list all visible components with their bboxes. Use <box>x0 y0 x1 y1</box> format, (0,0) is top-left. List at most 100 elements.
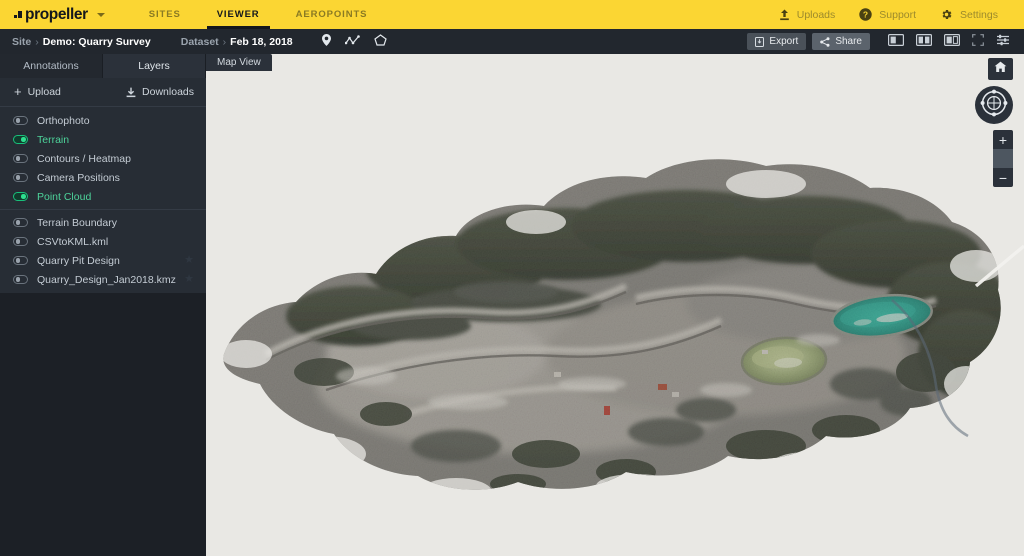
visibility-toggle-camera-positions[interactable] <box>13 173 28 182</box>
main-nav-tabs: SITES VIEWER AEROPOINTS <box>131 0 386 29</box>
breadcrumb-dataset-value: Feb 18, 2018 <box>230 36 292 48</box>
downloads-button[interactable]: Downloads <box>126 86 194 98</box>
share-button[interactable]: Share <box>812 33 870 50</box>
breadcrumb-dataset[interactable]: Dataset ›Feb 18, 2018 <box>181 36 293 48</box>
share-label: Share <box>835 36 862 47</box>
top-nav-right-actions: Uploads ? Support Settings <box>767 8 1010 21</box>
support-button[interactable]: ? Support <box>847 8 928 21</box>
breadcrumb-site-label: Site <box>12 36 31 48</box>
nav-tab-viewer[interactable]: VIEWER <box>199 0 278 29</box>
visibility-toggle-contours-heatmap[interactable] <box>13 154 28 163</box>
upload-label: Upload <box>28 86 61 98</box>
home-view-button[interactable] <box>988 58 1013 80</box>
nav-tab-aeropoints[interactable]: AEROPOINTS <box>278 0 386 29</box>
layer-item-camera-positions[interactable]: Camera Positions <box>0 168 206 187</box>
single-pane-view-button[interactable] <box>882 33 910 51</box>
layer-item-csvtokml[interactable]: CSVtoKML.kml <box>0 232 206 251</box>
svg-text:?: ? <box>863 10 868 20</box>
layer-item-terrain-boundary[interactable]: Terrain Boundary <box>0 213 206 232</box>
uploads-button[interactable]: Uploads <box>767 9 848 21</box>
polygon-icon <box>374 33 387 51</box>
sliders-icon <box>996 33 1010 51</box>
help-circle-icon: ? <box>859 8 872 21</box>
map-view-tab[interactable]: Map View <box>206 54 272 71</box>
line-annotation-tool[interactable] <box>338 33 367 51</box>
brand-logo[interactable]: propeller <box>14 6 105 24</box>
compass-icon <box>979 88 1009 123</box>
fullscreen-view-button[interactable] <box>966 33 990 51</box>
tab-annotations[interactable]: Annotations <box>0 54 103 78</box>
quarry-point-cloud-model[interactable] <box>206 54 1024 556</box>
layer-label-orthophoto: Orthophoto <box>37 115 90 127</box>
downloads-label: Downloads <box>142 86 194 98</box>
top-navigation-bar: propeller SITES VIEWER AEROPOINTS Upload… <box>0 0 1024 29</box>
propeller-viewer-app: propeller SITES VIEWER AEROPOINTS Upload… <box>0 0 1024 556</box>
settings-label: Settings <box>960 9 998 21</box>
layer-item-quarry-design-kmz[interactable]: Quarry_Design_Jan2018.kmz ★ <box>0 270 206 289</box>
layer-label-quarry-design-kmz: Quarry_Design_Jan2018.kmz <box>37 274 176 286</box>
visibility-toggle-quarry-pit-design[interactable] <box>13 256 28 265</box>
breadcrumb-dataset-label: Dataset <box>181 36 219 48</box>
propeller-logo-icon <box>14 11 22 18</box>
breadcrumb-separator-2: › <box>223 36 227 48</box>
tab-layers[interactable]: Layers <box>103 54 206 78</box>
zoom-controls: + − <box>993 130 1013 187</box>
layer-label-quarry-pit-design: Quarry Pit Design <box>37 255 120 267</box>
compass-control[interactable] <box>975 86 1013 124</box>
layer-item-point-cloud[interactable]: Point Cloud <box>0 187 206 206</box>
brand-name: propeller <box>25 6 88 24</box>
map-viewer[interactable]: Map View <box>206 54 1024 556</box>
star-icon-2[interactable]: ★ <box>184 274 194 285</box>
breadcrumb: Site›Demo: Quarry Survey Dataset›Feb 18,… <box>12 36 293 48</box>
split-pane-view-button[interactable] <box>910 33 938 51</box>
upload-button[interactable]: + Upload <box>14 86 61 98</box>
left-sidebar: Annotations Layers + Upload Downloads <box>0 54 206 556</box>
right-pane-view-button[interactable] <box>938 33 966 51</box>
zoom-divider <box>993 149 1013 168</box>
layer-label-point-cloud: Point Cloud <box>37 191 91 203</box>
visibility-toggle-quarry-design-kmz[interactable] <box>13 275 28 284</box>
share-icon <box>820 37 835 47</box>
chevron-down-icon[interactable] <box>97 13 105 17</box>
sidebar-tabs: Annotations Layers <box>0 54 206 78</box>
export-icon <box>755 37 769 47</box>
layer-item-orthophoto[interactable]: Orthophoto <box>0 111 206 130</box>
layer-label-terrain: Terrain <box>37 134 69 146</box>
export-button[interactable]: Export <box>747 33 806 50</box>
breadcrumb-toolbar: Site›Demo: Quarry Survey Dataset›Feb 18,… <box>0 29 1024 55</box>
map-pin-icon <box>322 33 331 51</box>
plus-icon: + <box>14 87 22 97</box>
view-layout-icons <box>882 33 1016 51</box>
layer-label-terrain-boundary: Terrain Boundary <box>37 217 117 229</box>
layer-item-quarry-pit-design[interactable]: Quarry Pit Design ★ <box>0 251 206 270</box>
gear-icon <box>940 8 953 21</box>
home-icon <box>994 60 1007 78</box>
visibility-toggle-csvtokml[interactable] <box>13 237 28 246</box>
point-annotation-tool[interactable] <box>315 33 338 51</box>
download-icon <box>126 87 142 98</box>
layer-label-camera-positions: Camera Positions <box>37 172 120 184</box>
layer-group-primary: Orthophoto Terrain Contours / Heatmap Ca… <box>0 107 206 293</box>
polygon-annotation-tool[interactable] <box>367 33 394 51</box>
zoom-out-button[interactable]: − <box>993 168 1013 187</box>
annotation-tools <box>315 33 394 51</box>
upload-icon <box>779 9 790 21</box>
star-icon[interactable]: ★ <box>184 255 194 266</box>
layer-divider <box>0 209 206 210</box>
breadcrumb-separator: › <box>35 36 39 48</box>
visibility-toggle-orthophoto[interactable] <box>13 116 28 125</box>
settings-button[interactable]: Settings <box>928 8 1010 21</box>
split-pane-icon <box>916 33 932 51</box>
viewer-toolbar-right: Export Share <box>741 33 1016 51</box>
single-pane-icon <box>888 33 904 51</box>
zoom-in-button[interactable]: + <box>993 130 1013 149</box>
visibility-toggle-point-cloud[interactable] <box>13 192 28 201</box>
export-label: Export <box>769 36 798 47</box>
view-settings-button[interactable] <box>990 33 1016 51</box>
nav-tab-sites[interactable]: SITES <box>131 0 199 29</box>
visibility-toggle-terrain-boundary[interactable] <box>13 218 28 227</box>
visibility-toggle-terrain[interactable] <box>13 135 28 144</box>
layer-item-terrain[interactable]: Terrain <box>0 130 206 149</box>
breadcrumb-site[interactable]: Site›Demo: Quarry Survey <box>12 36 151 48</box>
layer-item-contours-heatmap[interactable]: Contours / Heatmap <box>0 149 206 168</box>
